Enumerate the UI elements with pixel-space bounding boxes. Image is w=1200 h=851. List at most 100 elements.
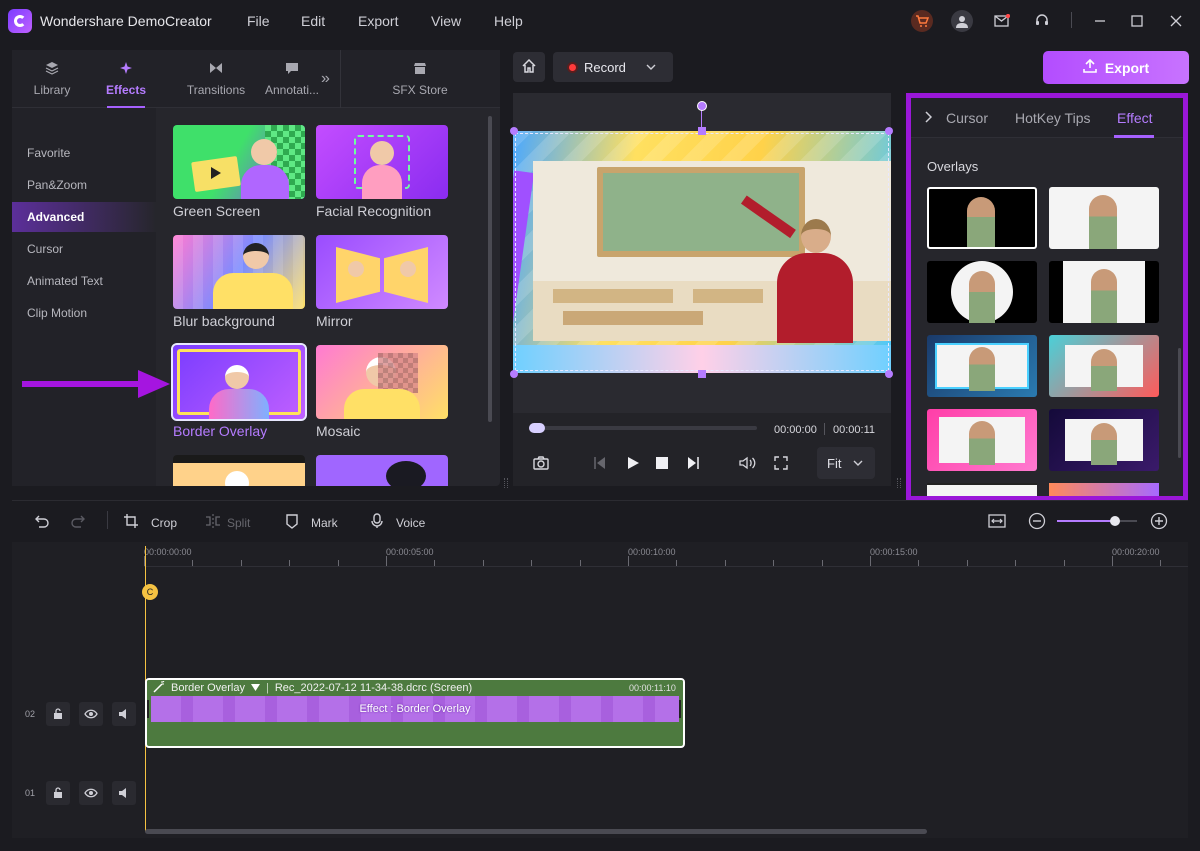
menu-view[interactable]: View [431, 13, 461, 29]
overlay-option[interactable] [927, 261, 1037, 323]
support-icon[interactable] [1031, 10, 1053, 32]
zoom-out-icon[interactable] [1028, 512, 1046, 533]
effects-scrollbar[interactable] [488, 116, 492, 422]
more-tabs-icon[interactable]: » [321, 70, 330, 88]
volume-icon[interactable] [739, 456, 757, 473]
effect-mirror[interactable]: Mirror [316, 235, 448, 329]
maximize-icon[interactable] [1126, 10, 1148, 32]
seek-knob[interactable] [529, 423, 545, 433]
effect-label: Facial Recognition [316, 203, 432, 219]
category-panzoom[interactable]: Pan&Zoom [12, 170, 156, 200]
mark-button[interactable]: Mark [285, 513, 338, 532]
overlay-option-partial[interactable] [1049, 483, 1159, 496]
resize-handle[interactable] [885, 127, 893, 135]
overlay-option[interactable] [1049, 409, 1159, 471]
eye-icon[interactable] [79, 702, 103, 726]
overlays-scrollbar[interactable] [1178, 348, 1181, 458]
play-icon[interactable] [626, 456, 640, 473]
close-icon[interactable] [1165, 10, 1187, 32]
video-canvas[interactable] [513, 131, 891, 373]
playhead-knob[interactable]: C [142, 584, 158, 600]
speaker-icon[interactable] [112, 781, 136, 805]
zoom-in-icon[interactable] [1150, 512, 1168, 533]
resize-handle[interactable] [698, 127, 706, 135]
effect-mosaic[interactable]: Mosaic [316, 345, 448, 439]
overlay-option-partial[interactable] [927, 483, 1037, 496]
export-button[interactable]: Export [1043, 51, 1189, 84]
minimize-icon[interactable] [1089, 10, 1111, 32]
fullscreen-icon[interactable] [774, 456, 788, 473]
effect-facial-recognition[interactable]: Facial Recognition [316, 125, 448, 219]
undo-icon[interactable] [33, 513, 49, 532]
split-button[interactable]: Split [205, 513, 250, 532]
menu-edit[interactable]: Edit [301, 13, 325, 29]
menu-file[interactable]: File [247, 13, 270, 29]
panel-resize-grip[interactable] [504, 478, 508, 488]
previous-frame-icon[interactable] [593, 456, 607, 473]
menu-help[interactable]: Help [494, 13, 523, 29]
effect-card-partial[interactable] [173, 455, 305, 486]
clip-divider: | [265, 682, 269, 694]
caret-down-icon[interactable] [250, 682, 260, 694]
tab-cursor[interactable]: Cursor [946, 110, 988, 126]
category-clip-motion[interactable]: Clip Motion [12, 298, 156, 328]
clip-trim-right[interactable] [679, 700, 681, 718]
effect-green-screen[interactable]: Green Screen [173, 125, 305, 219]
resize-handle[interactable] [698, 370, 706, 378]
mail-icon[interactable] [991, 10, 1013, 32]
lock-icon[interactable] [46, 702, 70, 726]
fit-dropdown[interactable]: Fit [817, 447, 875, 479]
time-ruler[interactable]: 00:00:00:00 00:00:05:00 00:00:10:00 00:0… [144, 542, 1188, 566]
rotate-handle[interactable] [697, 101, 707, 111]
tab-effects[interactable]: Effects [98, 50, 154, 108]
record-button[interactable]: Record [553, 52, 673, 82]
clip-trim-left[interactable] [147, 700, 149, 718]
voice-button[interactable]: Voice [370, 513, 425, 532]
account-icon[interactable] [951, 10, 973, 32]
effect-blur-background[interactable]: Blur background [173, 235, 305, 329]
timeline-scrollbar[interactable] [145, 829, 927, 834]
overlay-option[interactable] [927, 335, 1037, 397]
tab-effect[interactable]: Effect [1117, 110, 1153, 126]
lock-icon[interactable] [46, 781, 70, 805]
category-animated-text[interactable]: Animated Text [12, 266, 156, 296]
seek-bar[interactable] [529, 426, 757, 430]
tab-library[interactable]: Library [24, 50, 80, 108]
overlay-option[interactable] [927, 409, 1037, 471]
crop-button[interactable]: Crop [123, 513, 177, 532]
panel-resize-grip[interactable] [897, 478, 901, 488]
speaker-icon[interactable] [112, 702, 136, 726]
overlay-option[interactable] [1049, 335, 1159, 397]
category-favorite[interactable]: Favorite [12, 138, 156, 168]
tab-annotations[interactable]: Annotati... [258, 50, 326, 108]
category-advanced[interactable]: Advanced [12, 202, 156, 232]
overlay-option[interactable] [1049, 261, 1159, 323]
overlay-option[interactable] [1049, 187, 1159, 249]
effect-strip[interactable]: Effect : Border Overlay [151, 696, 679, 722]
resize-handle[interactable] [510, 127, 518, 135]
stop-icon[interactable] [656, 457, 668, 472]
timeline-clip[interactable]: Border Overlay | Rec_2022-07-12 11-34-38… [145, 678, 685, 748]
home-button[interactable] [513, 52, 545, 82]
fit-label: Fit [827, 455, 842, 471]
tab-hotkey-tips[interactable]: HotKey Tips [1015, 110, 1090, 126]
chevron-right-icon[interactable] [924, 111, 933, 126]
resize-handle[interactable] [885, 370, 893, 378]
category-cursor[interactable]: Cursor [12, 234, 156, 264]
eye-icon[interactable] [79, 781, 103, 805]
tab-sfx-store[interactable]: SFX Store [382, 50, 458, 108]
snapshot-icon[interactable] [533, 456, 549, 473]
fit-timeline-icon[interactable] [988, 513, 1006, 532]
transition-icon [209, 61, 223, 78]
cart-icon[interactable] [911, 10, 933, 32]
effect-card-partial[interactable] [316, 455, 448, 486]
tab-transitions[interactable]: Transitions [172, 50, 260, 108]
overlay-option[interactable] [927, 187, 1037, 249]
resize-handle[interactable] [510, 370, 518, 378]
effect-border-overlay[interactable]: Border Overlay [171, 343, 307, 439]
menu-export[interactable]: Export [358, 13, 398, 29]
redo-icon[interactable] [71, 513, 87, 532]
next-frame-icon[interactable] [686, 456, 700, 473]
ruler-tick [628, 556, 629, 566]
zoom-slider-knob[interactable] [1109, 516, 1120, 526]
